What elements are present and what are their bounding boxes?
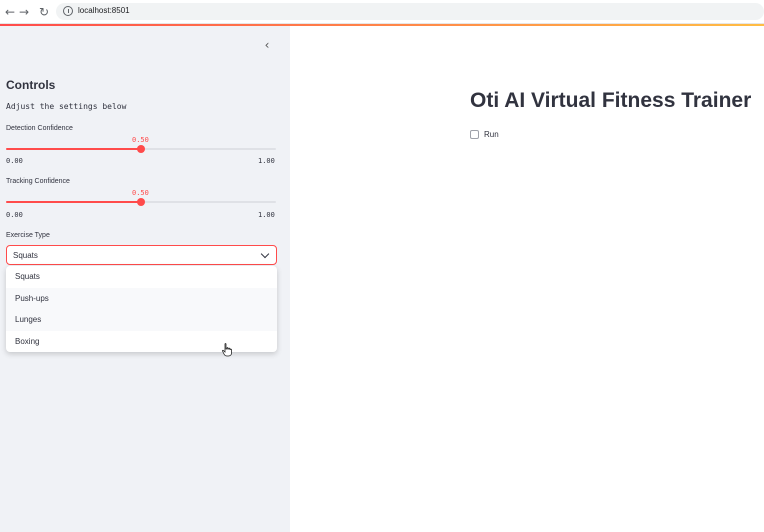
site-info-icon[interactable] — [63, 6, 73, 16]
forward-arrow-icon[interactable]: → — [16, 4, 32, 20]
detection-confidence-slider[interactable] — [6, 145, 276, 153]
detection-confidence-max: 1.00 — [258, 157, 275, 165]
exercise-type-select[interactable]: Squats — [6, 245, 277, 265]
sidebar-title: Controls — [6, 78, 56, 92]
option-lunges[interactable]: Lunges — [6, 309, 277, 331]
slider-thumb[interactable] — [137, 198, 145, 206]
exercise-type-dropdown: Squats Push-ups Lunges Boxing — [6, 266, 277, 352]
browser-toolbar: ← → ↻ localhost:8501 — [0, 0, 764, 24]
tracking-confidence-value: 0.50 — [132, 189, 149, 197]
sidebar-subtitle: Adjust the settings below — [6, 102, 127, 111]
tracking-confidence-min: 0.00 — [6, 211, 23, 219]
run-checkbox[interactable] — [470, 130, 479, 139]
chevron-left-icon[interactable]: ‹ — [260, 38, 274, 52]
chevron-down-icon — [260, 249, 270, 259]
detection-confidence-label: Detection Confidence — [6, 125, 73, 132]
url-text: localhost:8501 — [78, 6, 130, 15]
address-bar[interactable]: localhost:8501 — [56, 3, 764, 20]
detection-confidence-min: 0.00 — [6, 157, 23, 165]
slider-fill — [6, 148, 141, 150]
tracking-confidence-max: 1.00 — [258, 211, 275, 219]
sidebar: ‹ Controls Adjust the settings below Det… — [0, 26, 290, 532]
run-checkbox-label[interactable]: Run — [484, 130, 499, 140]
slider-thumb[interactable] — [137, 145, 145, 153]
tracking-confidence-slider[interactable] — [6, 198, 276, 206]
tracking-confidence-label: Tracking Confidence — [6, 178, 70, 185]
option-boxing[interactable]: Boxing — [6, 331, 277, 353]
hand-pointer-cursor-icon — [222, 343, 232, 357]
slider-fill — [6, 201, 141, 203]
exercise-type-label: Exercise Type — [6, 232, 50, 239]
reload-icon[interactable]: ↻ — [36, 4, 52, 20]
option-squats[interactable]: Squats — [6, 266, 277, 288]
page-title: Oti AI Virtual Fitness Trainer — [470, 89, 752, 112]
exercise-type-selected: Squats — [13, 251, 38, 260]
detection-confidence-value: 0.50 — [132, 136, 149, 144]
option-push-ups[interactable]: Push-ups — [6, 287, 277, 309]
